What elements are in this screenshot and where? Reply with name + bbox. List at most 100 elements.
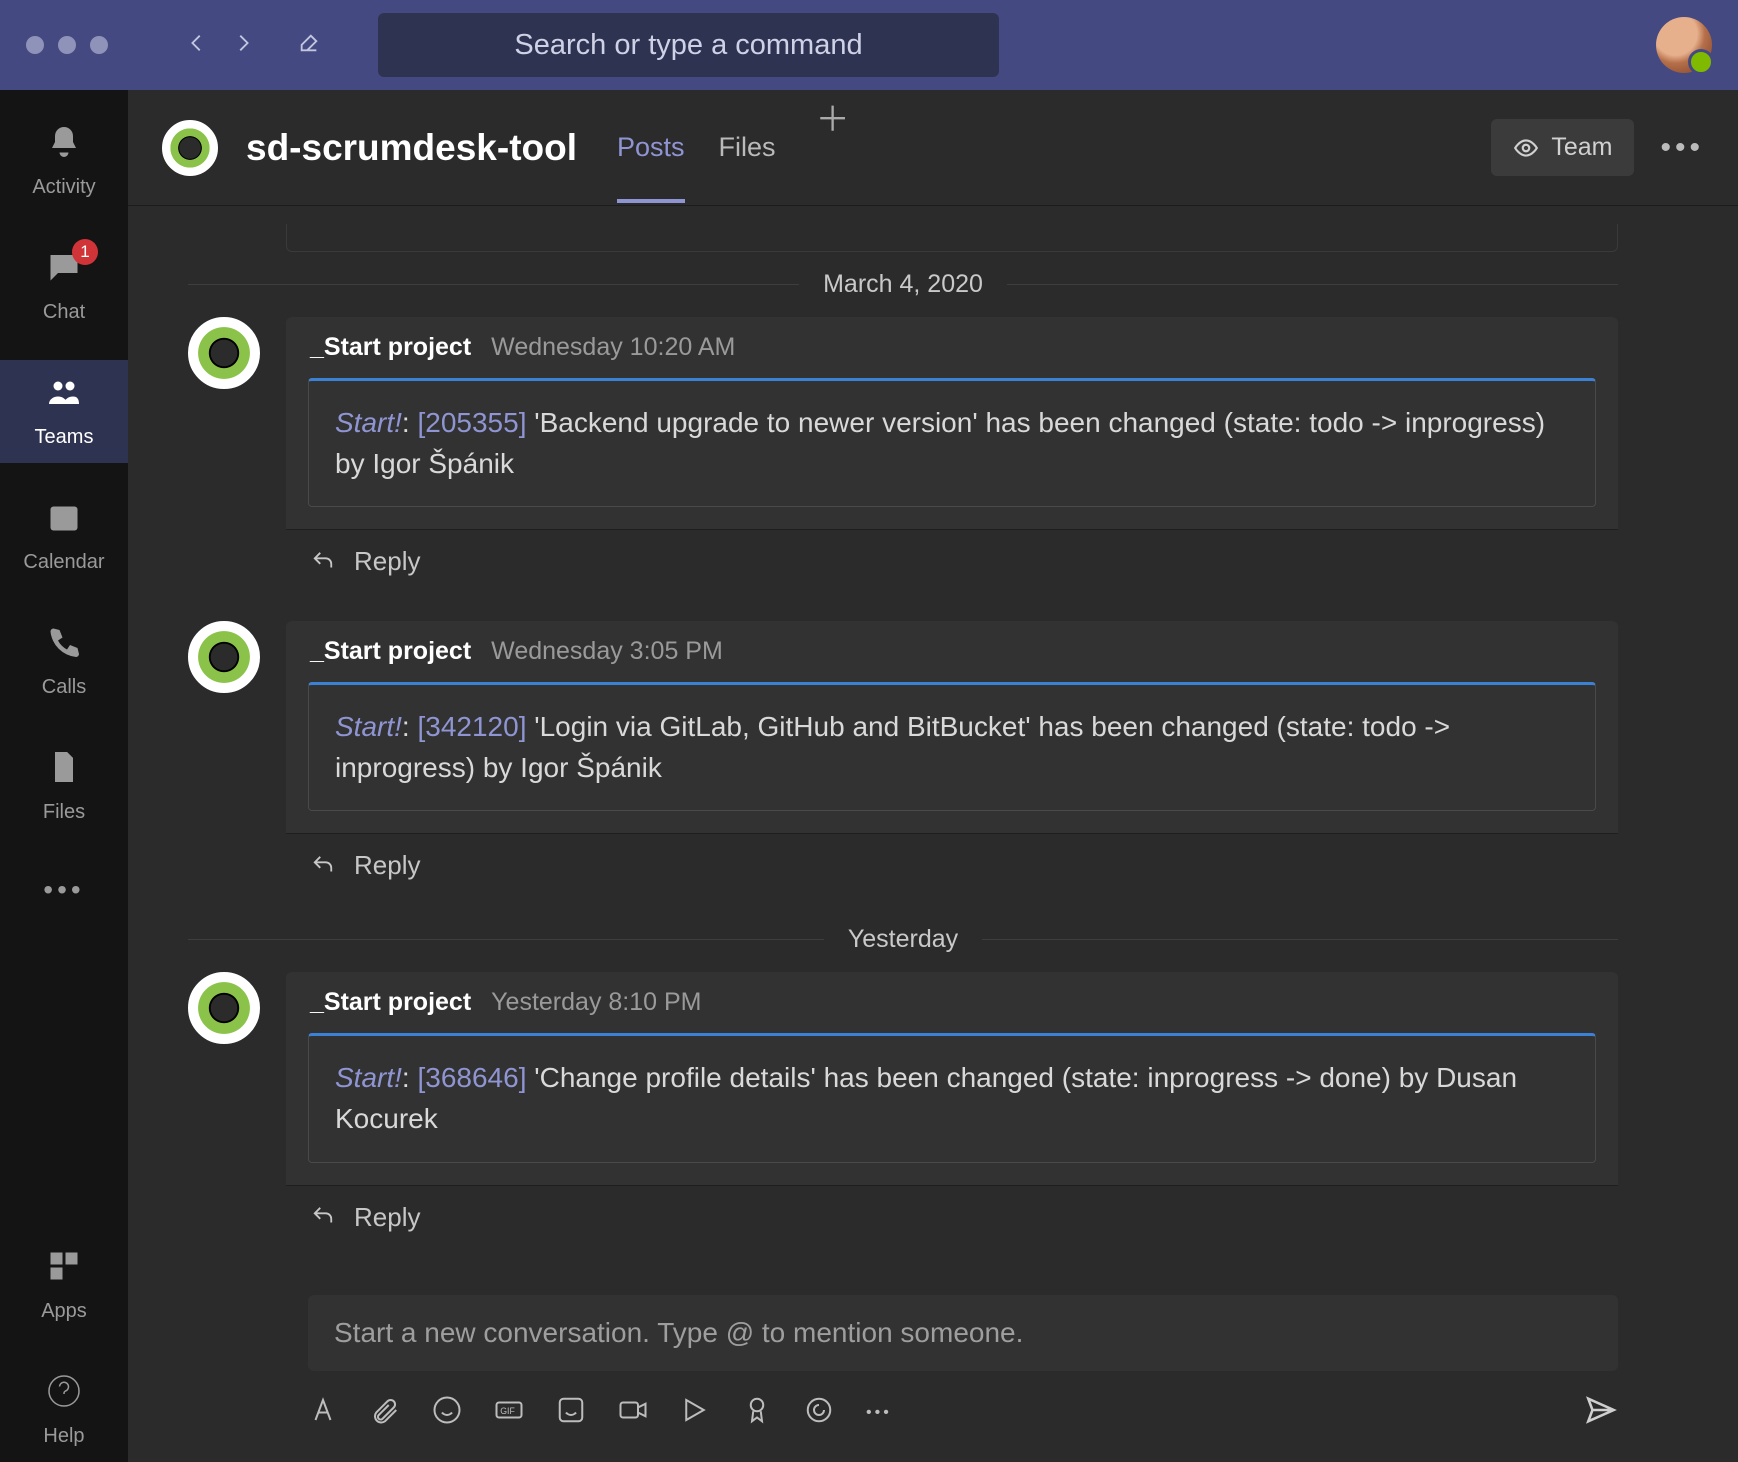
channel-title: sd-scrumdesk-tool	[246, 127, 577, 169]
attach-button[interactable]	[370, 1395, 400, 1430]
rail-help[interactable]: Help	[0, 1359, 128, 1462]
channel-more-button[interactable]: •••	[1660, 131, 1704, 165]
task-link[interactable]: [342120]	[417, 711, 526, 742]
sender-avatar-icon[interactable]	[188, 972, 260, 1044]
card-tag: Start!	[335, 407, 402, 438]
minimize-window-icon[interactable]	[58, 36, 76, 54]
people-icon	[46, 374, 82, 416]
team-button-label: Team	[1551, 133, 1612, 162]
tab-posts[interactable]: Posts	[617, 92, 685, 203]
reply-button[interactable]: Reply	[286, 1185, 1618, 1249]
reply-label: Reply	[354, 850, 420, 881]
rail-activity[interactable]: Activity	[0, 110, 128, 213]
rail-label: Help	[43, 1425, 84, 1448]
message-author[interactable]: _Start project	[310, 333, 471, 362]
chat-icon: 1	[46, 249, 82, 291]
rail-label: Calendar	[23, 551, 104, 574]
rail-chat[interactable]: 1 Chat	[0, 235, 128, 338]
message-time: Yesterday 8:10 PM	[491, 988, 701, 1017]
reply-icon	[310, 1206, 336, 1228]
composer-area: GIF •••	[128, 1295, 1738, 1462]
gif-button[interactable]: GIF	[494, 1395, 524, 1430]
rail-more[interactable]: •••	[0, 860, 128, 920]
composer-toolbar: GIF •••	[308, 1393, 1618, 1432]
message-time: Wednesday 10:20 AM	[491, 333, 735, 362]
date-label: March 4, 2020	[823, 270, 983, 299]
task-link[interactable]: [205355]	[417, 407, 526, 438]
message-author[interactable]: _Start project	[310, 637, 471, 666]
message-thread: _Start project Wednesday 10:20 AM Start!…	[188, 317, 1618, 593]
rail-label: Calls	[42, 676, 86, 699]
add-tab-button[interactable]: ＋	[810, 92, 856, 203]
reply-label: Reply	[354, 1202, 420, 1233]
connector-card[interactable]: Start!: [368646] 'Change profile details…	[308, 1033, 1596, 1162]
composer-input[interactable]	[334, 1317, 1592, 1349]
channel-header: sd-scrumdesk-tool Posts Files ＋ Team •••	[128, 90, 1738, 206]
rail-calls[interactable]: Calls	[0, 610, 128, 713]
channel-logo-icon	[162, 120, 218, 176]
message-thread: _Start project Wednesday 3:05 PM Start!:…	[188, 621, 1618, 897]
toolbar-more-button[interactable]: •••	[866, 1404, 892, 1422]
rail-label: Files	[43, 801, 85, 824]
calendar-icon	[46, 499, 82, 541]
search-box[interactable]	[378, 13, 999, 77]
user-avatar[interactable]	[1656, 17, 1712, 73]
reply-icon	[310, 855, 336, 877]
rail-teams[interactable]: Teams	[0, 360, 128, 463]
search-input[interactable]	[378, 13, 999, 77]
apps-icon	[46, 1248, 82, 1290]
emoji-button[interactable]	[432, 1395, 462, 1430]
maximize-window-icon[interactable]	[90, 36, 108, 54]
date-divider: March 4, 2020	[188, 270, 1618, 299]
window-controls	[26, 36, 108, 54]
card-tag: Start!	[335, 1062, 402, 1093]
date-label: Yesterday	[848, 925, 958, 954]
connector-card[interactable]: Start!: [342120] 'Login via GitLab, GitH…	[308, 682, 1596, 811]
sender-avatar-icon[interactable]	[188, 621, 260, 693]
history-nav	[186, 32, 254, 59]
stream-button[interactable]	[680, 1395, 710, 1430]
approvals-button[interactable]	[804, 1395, 834, 1430]
close-window-icon[interactable]	[26, 36, 44, 54]
message-feed[interactable]: March 4, 2020 _Start project Wednesday 1…	[128, 206, 1738, 1295]
titlebar	[0, 0, 1738, 90]
rail-calendar[interactable]: Calendar	[0, 485, 128, 588]
phone-icon	[46, 624, 82, 666]
back-button[interactable]	[186, 32, 208, 59]
bell-icon	[46, 124, 82, 166]
format-button[interactable]	[308, 1395, 338, 1430]
app-rail: Activity 1 Chat Teams Calendar Calls	[0, 90, 128, 1462]
praise-button[interactable]	[742, 1395, 772, 1430]
main-area: sd-scrumdesk-tool Posts Files ＋ Team •••…	[128, 90, 1738, 1462]
reply-icon	[310, 551, 336, 573]
connector-card[interactable]: Start!: [205355] 'Backend upgrade to new…	[308, 378, 1596, 507]
team-button[interactable]: Team	[1491, 119, 1634, 176]
rail-label: Teams	[35, 426, 94, 449]
rail-label: Chat	[43, 301, 85, 324]
reply-label: Reply	[354, 546, 420, 577]
meet-now-button[interactable]	[618, 1395, 648, 1430]
chat-unread-badge: 1	[72, 239, 98, 265]
rail-apps[interactable]: Apps	[0, 1234, 128, 1337]
message-time: Wednesday 3:05 PM	[491, 637, 723, 666]
sticker-button[interactable]	[556, 1395, 586, 1430]
tab-files[interactable]: Files	[719, 92, 776, 203]
message-author[interactable]: _Start project	[310, 988, 471, 1017]
task-link[interactable]: [368646]	[417, 1062, 526, 1093]
message-thread: _Start project Yesterday 8:10 PM Start!:…	[188, 972, 1618, 1248]
help-icon	[46, 1373, 82, 1415]
rail-label: Activity	[32, 176, 95, 199]
send-button[interactable]	[1584, 1393, 1618, 1432]
sender-avatar-icon[interactable]	[188, 317, 260, 389]
channel-tabs: Posts Files ＋	[617, 92, 856, 203]
forward-button[interactable]	[232, 32, 254, 59]
new-message-button[interactable]	[298, 32, 320, 59]
partial-thread	[286, 224, 1618, 252]
reply-button[interactable]: Reply	[286, 833, 1618, 897]
eye-icon	[1513, 135, 1539, 161]
rail-files[interactable]: Files	[0, 735, 128, 838]
new-conversation-box[interactable]	[308, 1295, 1618, 1371]
rail-label: Apps	[41, 1300, 87, 1323]
reply-button[interactable]: Reply	[286, 529, 1618, 593]
svg-text:GIF: GIF	[500, 1406, 515, 1416]
